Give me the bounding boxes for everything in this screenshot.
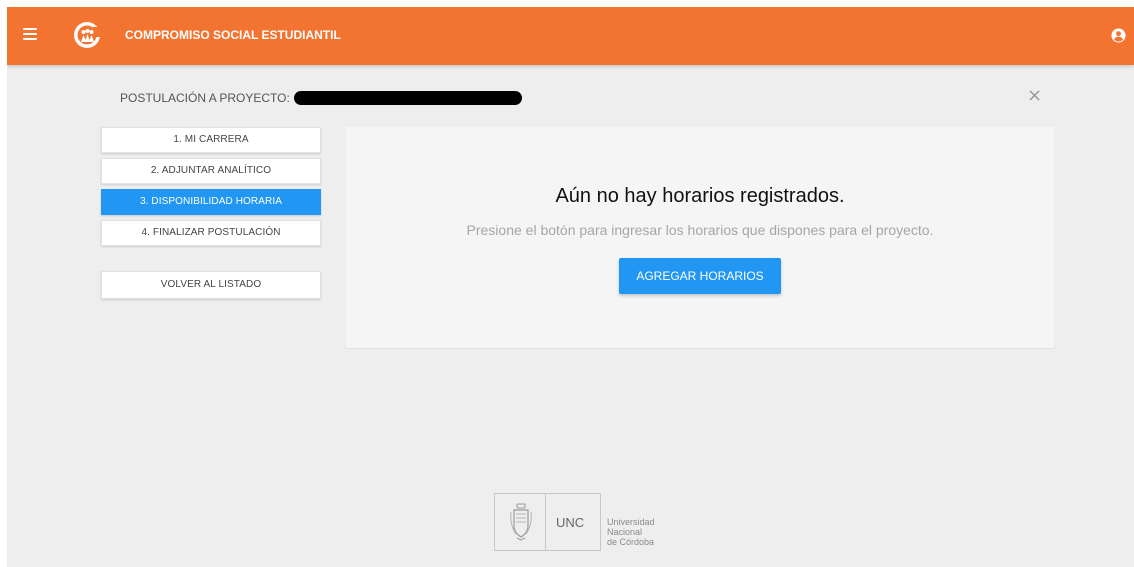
step-mi-carrera[interactable]: 1. MI CARRERA [101,127,321,153]
top-app-bar: COMPROMISO SOCIAL ESTUDIANTIL [7,7,1134,65]
project-name-redacted [294,90,523,105]
empty-state-subtitle: Presione el botón para ingresar los hora… [466,222,934,238]
university-name: Universidad Nacional de Córdoba [607,517,655,547]
account-circle-icon[interactable] [1111,28,1126,43]
back-to-list-button[interactable]: VOLVER AL LISTADO [101,271,321,299]
close-icon[interactable]: × [1027,87,1042,105]
app-frame: COMPROMISO SOCIAL ESTUDIANTIL POSTULACIÓ… [7,7,1134,567]
step-finalizar-postulacion[interactable]: 4. FINALIZAR POSTULACIÓN [101,220,321,246]
university-name-line3: de Córdoba [607,537,655,547]
university-name-line2: Nacional [607,527,643,537]
add-schedule-button[interactable]: AGREGAR HORARIOS [619,258,781,294]
university-name-line1: Universidad [607,517,655,527]
project-label: POSTULACIÓN A PROYECTO: [120,90,290,105]
unc-logo-divider [545,493,546,551]
app-title: COMPROMISO SOCIAL ESTUDIANTIL [125,28,341,42]
empty-schedule-panel: Aún no hay horarios registrados. Presion… [346,127,1054,348]
university-seal-icon [510,503,532,541]
hamburger-menu-icon[interactable] [23,28,37,40]
unc-abbreviation: UNC [556,515,585,530]
empty-state-title: Aún no hay horarios registrados. [555,185,845,207]
step-disponibilidad-horaria[interactable]: 3. DISPONIBILIDAD HORARIA [101,189,321,215]
step-adjuntar-analitico[interactable]: 2. ADJUNTAR ANALÍTICO [101,158,321,184]
app-logo-icon [74,22,100,48]
project-header: POSTULACIÓN A PROYECTO: [120,90,523,108]
